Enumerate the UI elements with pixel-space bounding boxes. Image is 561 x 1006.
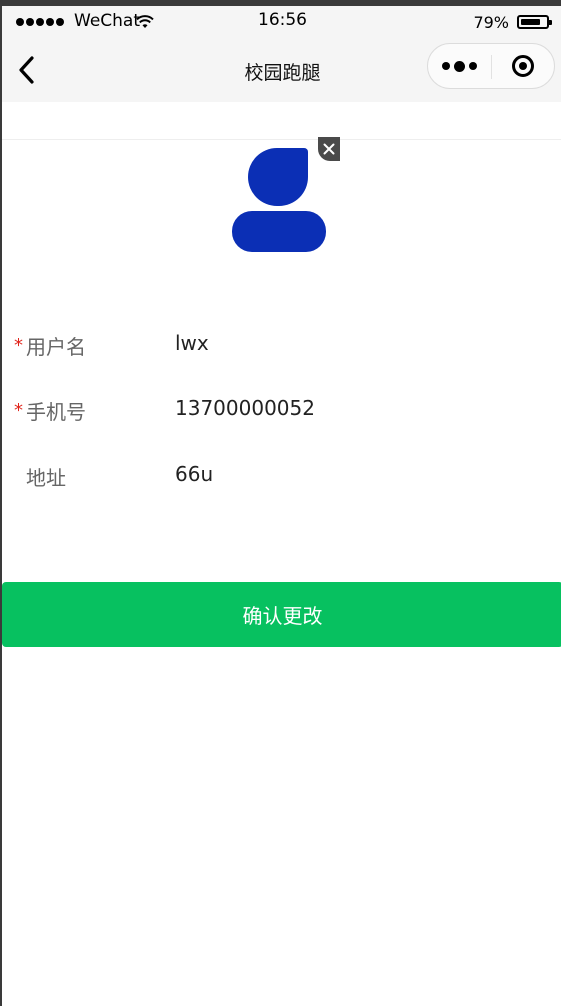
username-input[interactable] — [175, 327, 545, 359]
mini-program-capsule — [427, 43, 555, 89]
address-input[interactable] — [175, 458, 545, 490]
target-circle-icon — [511, 55, 534, 77]
battery-icon — [517, 15, 552, 29]
header-divider — [2, 139, 561, 140]
user-avatar-body — [232, 211, 326, 252]
address-label-text: 地址 — [26, 466, 66, 490]
form-row-username: * 用户名 — [2, 323, 561, 363]
more-dots-icon — [441, 60, 477, 72]
battery-percent: 79% — [473, 13, 509, 32]
username-label: * 用户名 — [14, 331, 86, 360]
remove-avatar-button[interactable] — [318, 137, 340, 161]
required-mark: * — [14, 400, 23, 421]
chevron-left-icon — [19, 56, 34, 84]
form-row-address: 地址 — [2, 454, 561, 494]
back-button[interactable] — [12, 52, 42, 88]
confirm-changes-button[interactable]: 确认更改 — [2, 582, 561, 647]
navigation-bar: 校园跑腿 — [2, 38, 561, 102]
phone-label: * 手机号 — [14, 396, 86, 425]
required-mark: * — [14, 335, 23, 356]
avatar-upload[interactable] — [231, 146, 327, 254]
user-avatar-icon — [248, 148, 308, 206]
form-row-phone: * 手机号 — [2, 388, 561, 428]
address-label: 地址 — [14, 462, 66, 491]
close-icon — [323, 143, 335, 155]
status-bar: WeChat 16:56 79% — [2, 6, 561, 38]
more-menu-button[interactable] — [428, 44, 491, 88]
phone-screen: WeChat 16:56 79% 校园跑腿 * 用户名 lwx * 手机号 13… — [0, 0, 561, 1006]
phone-label-text: 手机号 — [26, 400, 86, 424]
username-label-text: 用户名 — [26, 335, 86, 359]
phone-input[interactable] — [175, 392, 545, 424]
close-mini-program-button[interactable] — [492, 44, 555, 88]
